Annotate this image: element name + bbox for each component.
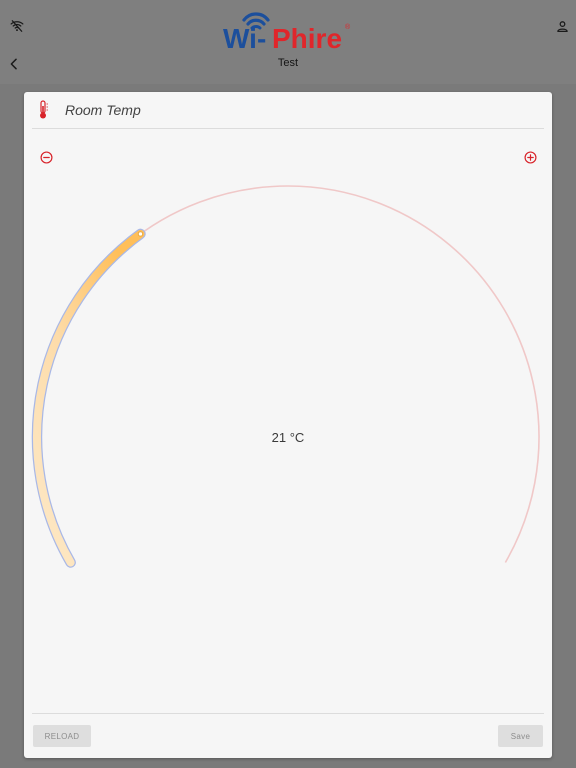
wi-phire-logo: Wi- Phire ®: [222, 6, 354, 54]
wifi-off-icon[interactable]: [5, 14, 29, 38]
temperature-value: 21 °C: [271, 430, 305, 445]
footer-divider: [32, 713, 544, 714]
logo-registered-mark: ®: [345, 23, 351, 31]
logo-text-left: Wi-: [223, 23, 266, 54]
thermostat-card: Room Temp 21 °C RELOAD Save: [24, 92, 552, 758]
app-bar: Wi- Phire ® Test: [0, 0, 576, 84]
reload-button[interactable]: RELOAD: [33, 725, 91, 747]
temperature-dial[interactable]: [24, 92, 552, 712]
dial-fill: [33, 229, 145, 567]
dial-handle[interactable]: [137, 231, 144, 237]
logo-text-right: Phire: [272, 23, 342, 54]
account-icon[interactable]: [550, 14, 574, 38]
dial-track: [36, 185, 540, 563]
page-subtitle: Test: [277, 57, 299, 69]
save-button[interactable]: Save: [498, 725, 543, 747]
